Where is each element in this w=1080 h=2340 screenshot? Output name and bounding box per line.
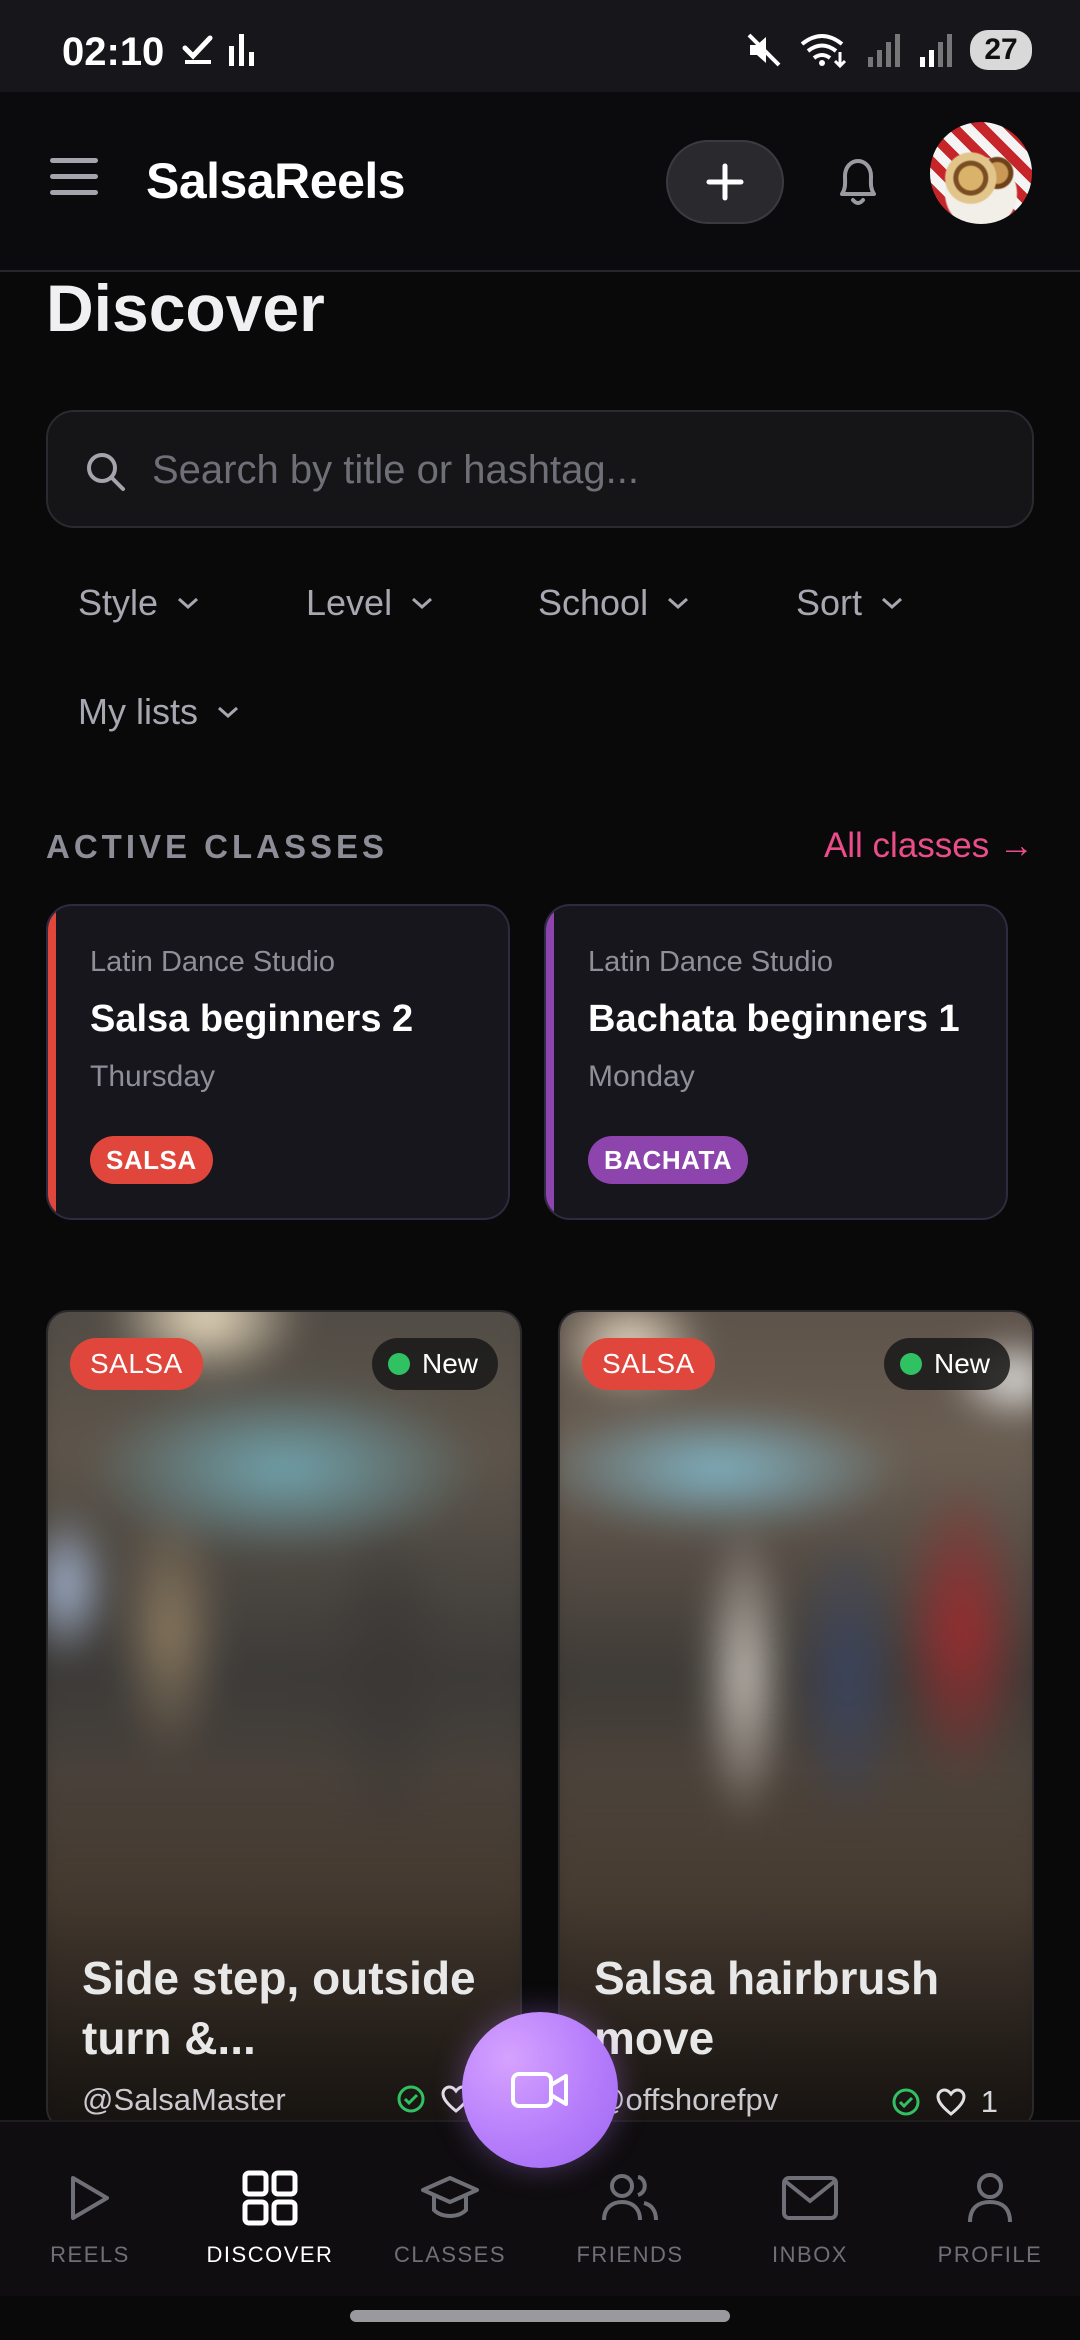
class-card[interactable]: Latin Dance Studio Bachata beginners 1 M… <box>544 904 1008 1220</box>
chevron-down-icon <box>882 597 903 610</box>
grid-icon <box>242 2170 298 2226</box>
home-indicator <box>0 2296 1080 2340</box>
reel-title: Side step, outside turn &... <box>82 1952 476 2064</box>
app-header: SalsaReels <box>0 92 1080 272</box>
video-camera-icon <box>511 2072 568 2108</box>
class-day: Thursday <box>90 1060 216 1093</box>
search-bar <box>46 410 1034 528</box>
filter-my-lists[interactable]: My lists <box>78 691 240 733</box>
add-button[interactable] <box>666 140 784 224</box>
class-school: Latin Dance Studio <box>90 946 336 978</box>
class-color-bar <box>48 906 56 1218</box>
class-style-badge: SALSA <box>90 1136 213 1184</box>
filter-style[interactable]: Style <box>78 582 200 624</box>
avatar[interactable] <box>930 122 1032 224</box>
class-day: Monday <box>588 1060 695 1093</box>
filter-label: Sort <box>796 582 863 623</box>
graduation-cap-icon <box>421 2176 479 2218</box>
page-title: Discover <box>46 271 325 345</box>
reel-card[interactable]: SALSA New Salsa hairbrush move @offshore… <box>558 1310 1034 2130</box>
menu-icon[interactable] <box>50 158 98 198</box>
new-badge: New <box>371 1338 498 1390</box>
check-icon <box>182 35 213 64</box>
new-dot-icon <box>899 1353 922 1375</box>
nav-label: PROFILE <box>937 2242 1043 2267</box>
chevron-down-icon <box>218 706 238 719</box>
nav-label: REELS <box>50 2242 130 2267</box>
wifi-icon <box>800 34 847 68</box>
nav-inbox[interactable]: INBOX <box>720 2122 900 2298</box>
reel-meta: 1 <box>891 2084 998 2120</box>
new-badge: New <box>883 1338 1010 1390</box>
filter-label: Level <box>306 582 393 623</box>
nav-reels[interactable]: REELS <box>0 2122 180 2298</box>
chevron-down-icon <box>668 597 689 610</box>
reel-author[interactable]: @offshorefpv <box>594 2082 778 2118</box>
signal-icon <box>868 34 900 67</box>
nav-label: INBOX <box>772 2242 848 2267</box>
reel-author[interactable]: @SalsaMaster <box>82 2082 286 2118</box>
play-icon <box>71 2176 109 2220</box>
filter-sort[interactable]: Sort <box>796 582 904 624</box>
filter-school[interactable]: School <box>538 582 690 624</box>
status-right-icons: 27 <box>746 30 1032 70</box>
signal-icon-2 <box>920 34 952 67</box>
all-classes-link[interactable]: All classes → <box>824 826 1034 866</box>
class-style-badge: BACHATA <box>588 1136 749 1184</box>
reel-style-badge: SALSA <box>582 1338 715 1390</box>
class-school: Latin Dance Studio <box>588 946 834 978</box>
bar-chart-icon <box>229 34 254 66</box>
filter-label: My lists <box>78 691 198 732</box>
plus-icon <box>706 163 744 201</box>
new-dot-icon <box>387 1353 410 1375</box>
status-left-icons <box>182 32 256 66</box>
status-bar: 02:10 27 <box>0 0 1080 92</box>
search-icon <box>87 453 125 491</box>
class-card[interactable]: Latin Dance Studio Salsa beginners 2 Thu… <box>46 904 510 1220</box>
notifications-button[interactable] <box>832 154 884 210</box>
filter-level[interactable]: Level <box>306 582 434 624</box>
check-circle-icon <box>397 2085 425 2113</box>
brand-title: SalsaReels <box>146 153 406 209</box>
nav-label: FRIENDS <box>576 2242 684 2267</box>
heart-icon[interactable] <box>935 2087 967 2117</box>
battery-indicator: 27 <box>970 30 1032 70</box>
section-heading-active-classes: ACTIVE CLASSES <box>46 828 389 865</box>
reel-card[interactable]: SALSA New Side step, outside turn &... @… <box>46 1310 522 2130</box>
class-title: Bachata beginners 1 <box>588 998 960 1040</box>
class-color-bar <box>546 906 554 1218</box>
reel-style-badge: SALSA <box>70 1338 203 1390</box>
bell-icon <box>840 159 876 205</box>
user-icon <box>968 2173 1012 2223</box>
filter-label: Style <box>78 582 159 623</box>
nav-label: CLASSES <box>394 2242 506 2267</box>
class-title: Salsa beginners 2 <box>90 998 414 1040</box>
users-icon <box>602 2174 658 2221</box>
new-badge-label: New <box>421 1348 478 1379</box>
filter-label: School <box>538 582 649 623</box>
check-circle-icon <box>892 2088 920 2116</box>
like-count: 1 <box>980 2084 998 2119</box>
record-video-button[interactable] <box>462 2012 618 2168</box>
chevron-down-icon <box>412 597 433 610</box>
search-input[interactable] <box>152 432 1002 508</box>
reel-title: Salsa hairbrush move <box>594 1952 940 2064</box>
nav-label: DISCOVER <box>206 2242 334 2267</box>
nav-profile[interactable]: PROFILE <box>900 2122 1080 2298</box>
status-time: 02:10 <box>62 30 165 74</box>
new-badge-label: New <box>933 1348 990 1379</box>
mute-icon <box>747 33 781 67</box>
mail-icon <box>782 2176 838 2220</box>
nav-discover[interactable]: DISCOVER <box>180 2122 360 2298</box>
chevron-down-icon <box>178 597 199 610</box>
